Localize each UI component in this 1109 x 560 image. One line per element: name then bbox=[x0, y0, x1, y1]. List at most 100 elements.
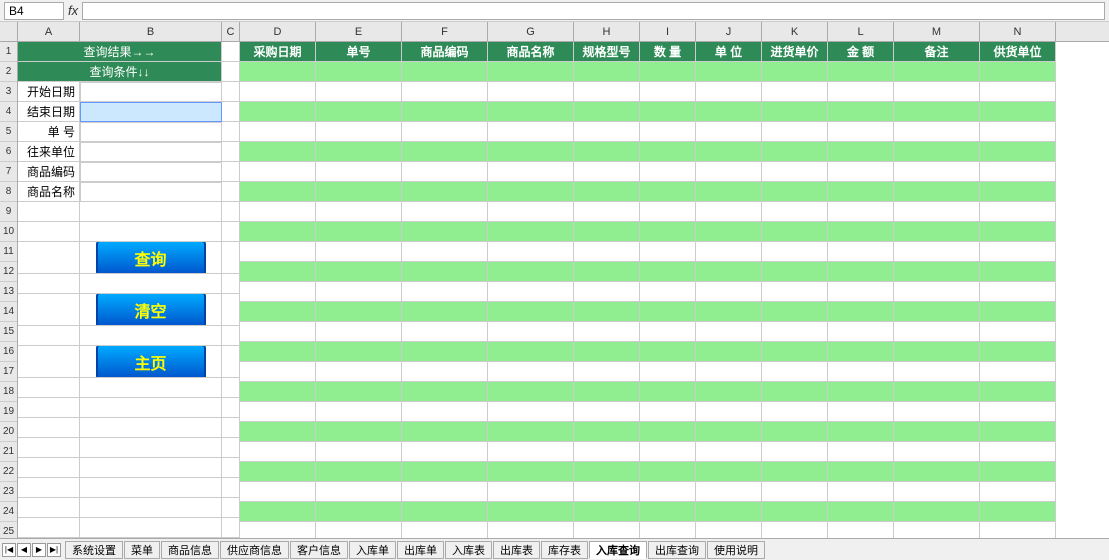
btn-area-b: 清空 bbox=[80, 294, 222, 326]
tab-系统设置[interactable]: 系统设置 bbox=[65, 541, 123, 559]
data-cell-24-6 bbox=[696, 502, 762, 522]
data-cell-19-9 bbox=[894, 402, 980, 422]
empty-b bbox=[80, 438, 222, 458]
data-cell-2-1 bbox=[316, 62, 402, 82]
data-cell-25-6 bbox=[696, 522, 762, 538]
tab-prev-btn[interactable]: ◀ bbox=[17, 543, 31, 557]
data-cell-17-5 bbox=[640, 362, 696, 382]
col-c-cell bbox=[222, 242, 240, 274]
header-cell-1: 单号 bbox=[316, 42, 402, 62]
tab-商品信息[interactable]: 商品信息 bbox=[161, 541, 219, 559]
tab-入库查询[interactable]: 入库查询 bbox=[589, 541, 647, 559]
left-row-13: 清空 bbox=[18, 294, 240, 326]
data-cell-20-1 bbox=[316, 422, 402, 442]
field-input[interactable] bbox=[80, 182, 222, 202]
row-num-21: 21 bbox=[0, 442, 17, 462]
data-cell-19-8 bbox=[828, 402, 894, 422]
cell-reference[interactable]: B4 bbox=[4, 2, 64, 20]
data-row-24 bbox=[240, 502, 1109, 522]
data-cell-8-4 bbox=[574, 182, 640, 202]
grid-content: 查询结果→→ 查询条件↓↓ 开始日期 结束日期 单 号 往来单位 商品编码 bbox=[18, 42, 1109, 538]
data-cell-7-10 bbox=[980, 162, 1056, 182]
data-cell-8-3 bbox=[488, 182, 574, 202]
grid-area: 1234567891011121314151617181920212223242… bbox=[0, 42, 1109, 538]
data-row-4 bbox=[240, 102, 1109, 122]
data-cell-22-3 bbox=[488, 462, 574, 482]
data-cell-19-3 bbox=[488, 402, 574, 422]
data-cell-11-0 bbox=[240, 242, 316, 262]
tab-入库表[interactable]: 入库表 bbox=[445, 541, 492, 559]
left-row-9 bbox=[18, 202, 240, 222]
data-cell-16-4 bbox=[574, 342, 640, 362]
data-cell-23-4 bbox=[574, 482, 640, 502]
data-cell-14-8 bbox=[828, 302, 894, 322]
data-cell-23-7 bbox=[762, 482, 828, 502]
data-cell-21-2 bbox=[402, 442, 488, 462]
tab-last-btn[interactable]: ▶| bbox=[47, 543, 61, 557]
data-row-10 bbox=[240, 222, 1109, 242]
data-cell-5-3 bbox=[488, 122, 574, 142]
data-cell-18-9 bbox=[894, 382, 980, 402]
field-label: 往来单位 bbox=[18, 142, 80, 162]
field-input[interactable] bbox=[80, 82, 222, 102]
data-cell-8-7 bbox=[762, 182, 828, 202]
field-input[interactable] bbox=[80, 122, 222, 142]
data-cell-7-0 bbox=[240, 162, 316, 182]
tab-供应商信息[interactable]: 供应商信息 bbox=[220, 541, 289, 559]
data-cell-6-10 bbox=[980, 142, 1056, 162]
data-cell-11-6 bbox=[696, 242, 762, 262]
data-row-7 bbox=[240, 162, 1109, 182]
empty-c bbox=[222, 398, 240, 418]
tab-入库单[interactable]: 入库单 bbox=[349, 541, 396, 559]
query-button[interactable]: 查询 bbox=[96, 242, 206, 274]
data-cell-7-7 bbox=[762, 162, 828, 182]
data-cell-4-3 bbox=[488, 102, 574, 122]
data-cell-13-7 bbox=[762, 282, 828, 302]
data-cell-11-7 bbox=[762, 242, 828, 262]
tab-菜单[interactable]: 菜单 bbox=[124, 541, 160, 559]
tab-库存表[interactable]: 库存表 bbox=[541, 541, 588, 559]
header-cell-2: 商品编码 bbox=[402, 42, 488, 62]
data-cell-3-0 bbox=[240, 82, 316, 102]
tab-出库表[interactable]: 出库表 bbox=[493, 541, 540, 559]
data-cell-22-0 bbox=[240, 462, 316, 482]
data-cell-5-0 bbox=[240, 122, 316, 142]
left-row-17 bbox=[18, 398, 240, 418]
clear-button[interactable]: 清空 bbox=[96, 294, 206, 326]
data-cell-14-7 bbox=[762, 302, 828, 322]
empty-b bbox=[80, 518, 222, 538]
data-cell-3-7 bbox=[762, 82, 828, 102]
tab-first-btn[interactable]: |◀ bbox=[2, 543, 16, 557]
empty-c bbox=[222, 274, 240, 294]
data-cell-17-9 bbox=[894, 362, 980, 382]
col-c-cell bbox=[222, 294, 240, 326]
empty-a bbox=[18, 378, 80, 398]
row-num-17: 17 bbox=[0, 362, 17, 382]
data-cell-14-4 bbox=[574, 302, 640, 322]
data-cell-15-7 bbox=[762, 322, 828, 342]
tab-navigation[interactable]: |◀ ◀ ▶ ▶| bbox=[2, 543, 61, 557]
field-input[interactable] bbox=[80, 162, 222, 182]
home-button[interactable]: 主页 bbox=[96, 346, 206, 378]
data-cell-4-0 bbox=[240, 102, 316, 122]
data-cell-25-3 bbox=[488, 522, 574, 538]
data-cell-14-10 bbox=[980, 302, 1056, 322]
data-cell-25-4 bbox=[574, 522, 640, 538]
tab-出库单[interactable]: 出库单 bbox=[397, 541, 444, 559]
row-num-25: 25 bbox=[0, 522, 17, 538]
data-cell-13-3 bbox=[488, 282, 574, 302]
tab-使用说明[interactable]: 使用说明 bbox=[707, 541, 765, 559]
left-row-3: 开始日期 bbox=[18, 82, 240, 102]
empty-a bbox=[18, 458, 80, 478]
formula-bar[interactable] bbox=[82, 2, 1105, 20]
row-num-3: 3 bbox=[0, 82, 17, 102]
empty-a bbox=[18, 438, 80, 458]
tab-客户信息[interactable]: 客户信息 bbox=[290, 541, 348, 559]
tab-next-btn[interactable]: ▶ bbox=[32, 543, 46, 557]
conditions-header: 查询条件↓↓ bbox=[18, 62, 222, 82]
tab-出库查询[interactable]: 出库查询 bbox=[648, 541, 706, 559]
field-input[interactable] bbox=[80, 102, 222, 122]
data-cell-4-8 bbox=[828, 102, 894, 122]
field-input[interactable] bbox=[80, 142, 222, 162]
data-cell-16-7 bbox=[762, 342, 828, 362]
